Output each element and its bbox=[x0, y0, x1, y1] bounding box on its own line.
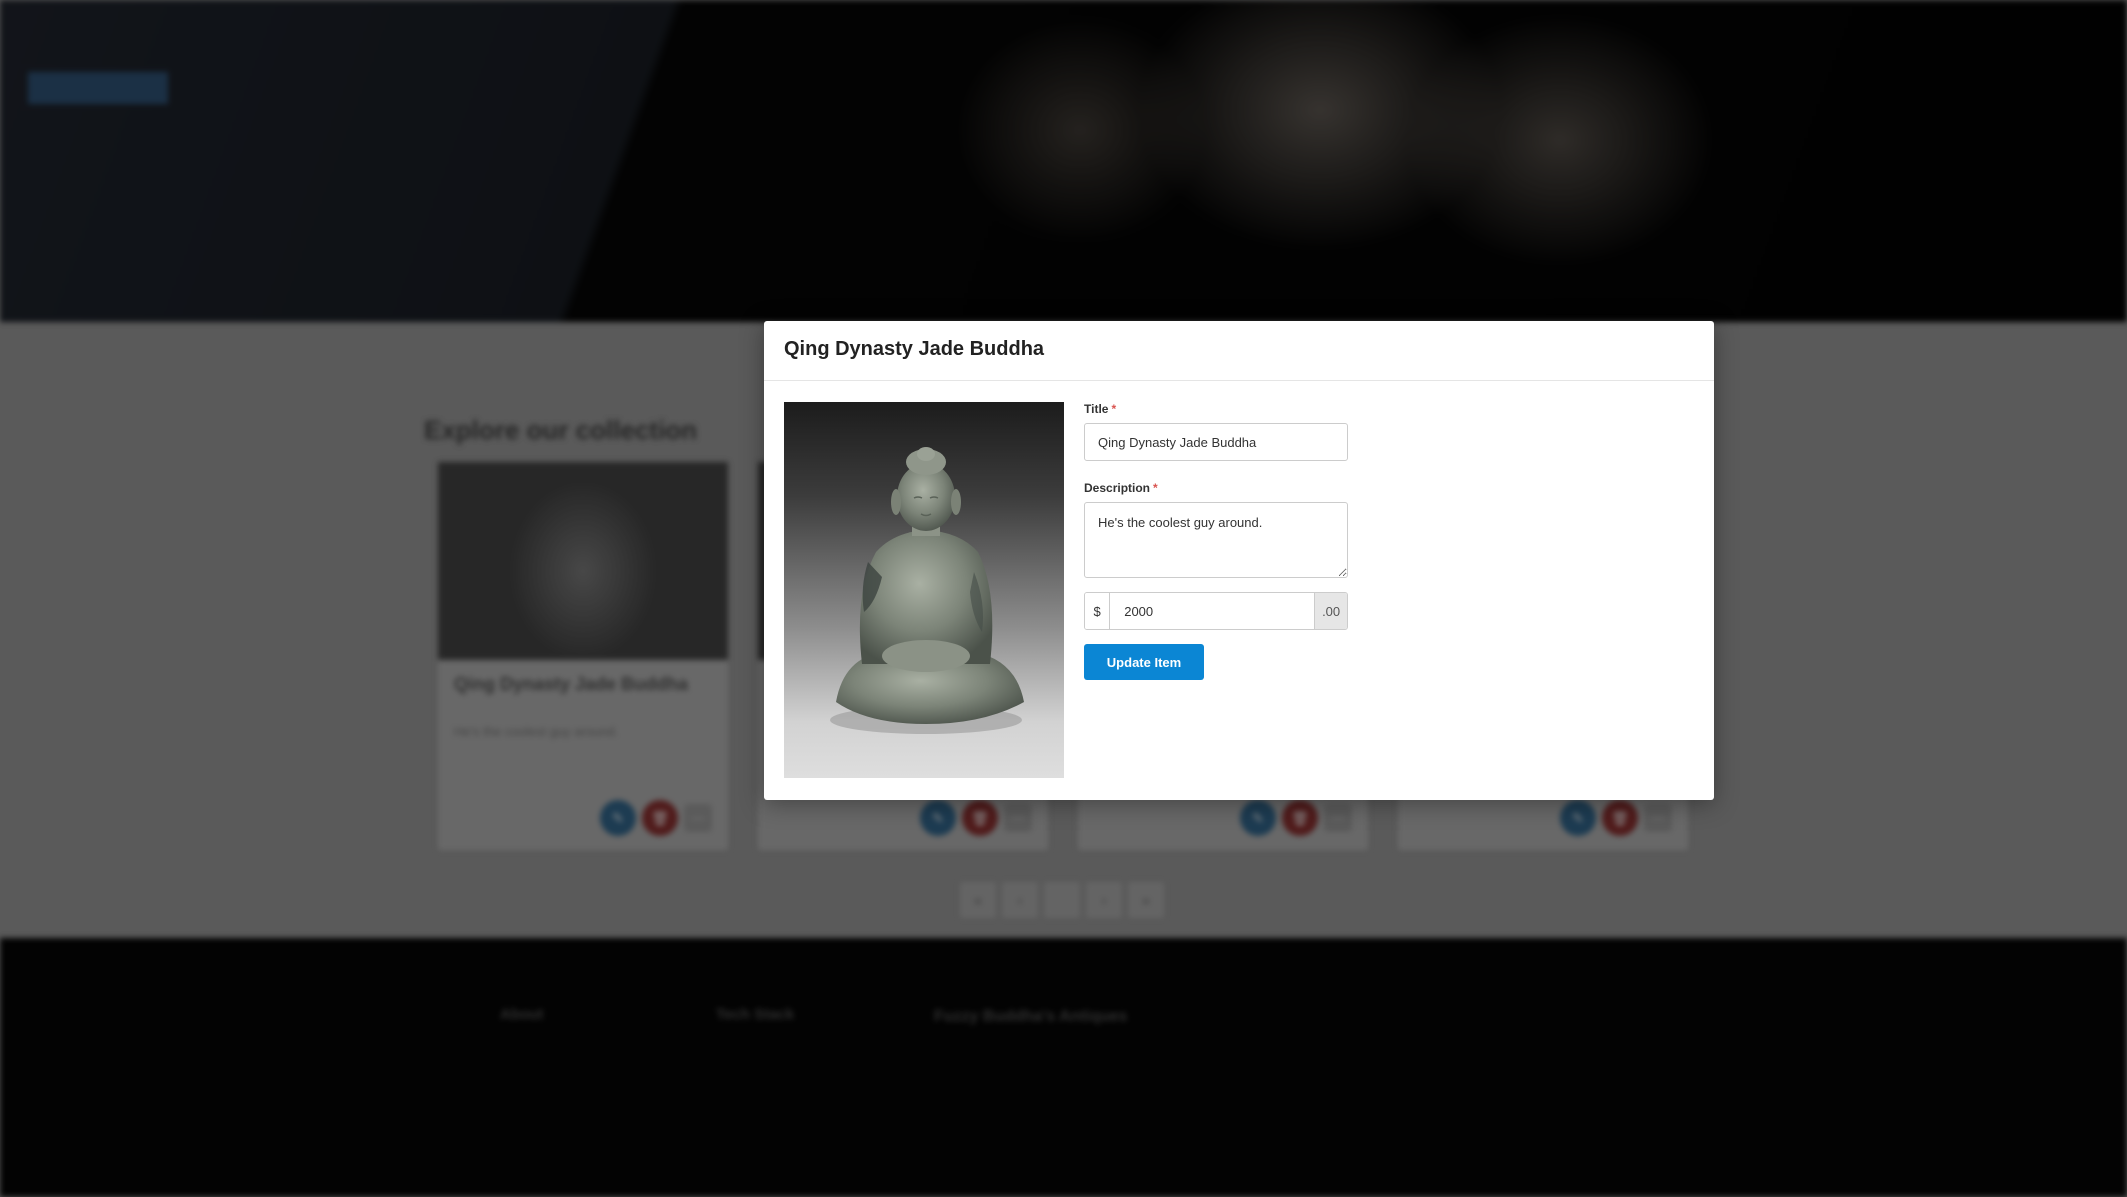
title-group: Title * bbox=[1084, 402, 1348, 461]
edit-item-modal: Qing Dynasty Jade Buddha Title * Qing Dy… bbox=[764, 321, 1714, 800]
required-marker: * bbox=[1111, 402, 1117, 416]
title-input[interactable] bbox=[1084, 423, 1348, 461]
jade-buddha-image bbox=[830, 447, 1024, 734]
description-textarea[interactable]: He's the coolest guy around. bbox=[1084, 502, 1348, 578]
description-label: Description * bbox=[1084, 481, 1158, 495]
modal-title: Qing Dynasty Jade Buddha bbox=[784, 338, 1045, 360]
title-label: Title * bbox=[1084, 402, 1117, 416]
required-marker: * bbox=[1153, 481, 1158, 495]
price-suffix: .00 bbox=[1314, 593, 1347, 629]
edit-item-form: Title* Description* He's the coolest guy… bbox=[1084, 402, 1348, 680]
price-prefix: $ bbox=[1085, 593, 1111, 629]
price-input-group: $ .00 bbox=[1084, 592, 1348, 630]
description-group: Description * He's the coolest guy around… bbox=[1084, 481, 1348, 578]
price-input[interactable] bbox=[1110, 593, 1315, 629]
modal-header: Qing Dynasty Jade Buddha bbox=[764, 321, 1714, 381]
update-item-button[interactable]: Update Item bbox=[1084, 644, 1204, 680]
item-image bbox=[784, 402, 1064, 778]
